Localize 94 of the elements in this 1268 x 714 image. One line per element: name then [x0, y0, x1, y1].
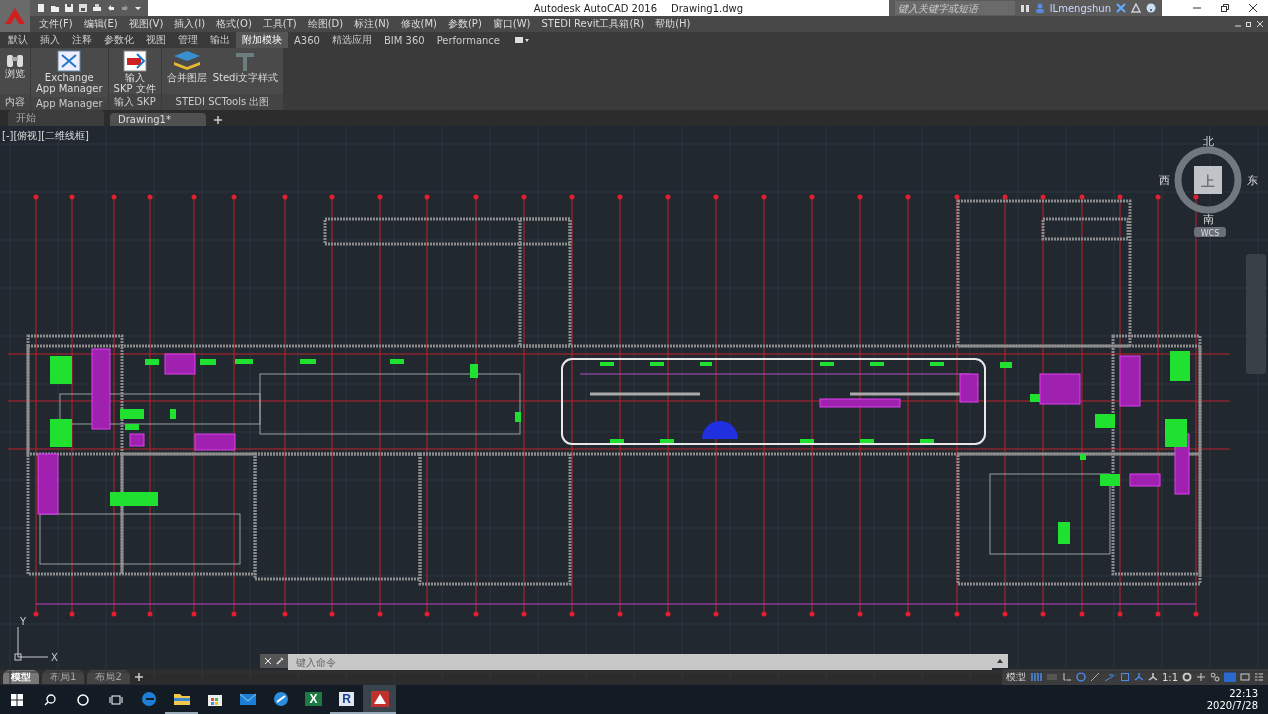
restore-icon[interactable]	[1245, 20, 1253, 28]
circle-icon[interactable]	[76, 693, 89, 706]
ribbon-tab[interactable]: 精选应用	[325, 32, 378, 48]
search-field[interactable]: 键入关键字或短语	[894, 1, 1015, 15]
clock-time: 22:13	[1229, 687, 1258, 700]
auto-scale-icon[interactable]	[1147, 672, 1158, 682]
ribbon-tab[interactable]: A360	[288, 33, 326, 47]
ribbon-tab[interactable]: 默认	[2, 32, 34, 48]
compass-label[interactable]: 西	[1158, 174, 1170, 187]
annotation-visibility-icon[interactable]	[1133, 672, 1144, 682]
file-tab[interactable]: 开始	[8, 110, 104, 126]
menu-item[interactable]: 帮助(H)	[650, 17, 696, 31]
panel-title: 内容	[0, 94, 30, 110]
print-icon[interactable]	[92, 3, 102, 13]
restore-icon[interactable]	[1220, 3, 1230, 13]
menu-item[interactable]: 参数(P)	[442, 17, 487, 31]
wrench-icon[interactable]	[276, 657, 284, 665]
object-track-icon[interactable]	[1119, 672, 1130, 682]
model-space-toggle[interactable]: 模型	[1005, 670, 1026, 684]
menu-item[interactable]: 标注(N)	[349, 17, 395, 31]
menu-item[interactable]: 格式(O)	[211, 17, 257, 31]
ribbon-tab[interactable]: 视图	[140, 32, 172, 48]
command-line-field[interactable]: 键入命令	[288, 654, 992, 670]
panel-toggle-icon[interactable]	[514, 36, 530, 44]
clock-date: 2020/7/28	[1206, 699, 1258, 712]
autocad-icon[interactable]	[370, 690, 389, 707]
menu-icon[interactable]	[1254, 672, 1264, 682]
app-title: Autodesk AutoCAD 2016	[533, 2, 658, 14]
ribbon-tab[interactable]: 注释	[66, 32, 98, 48]
save-icon[interactable]	[64, 3, 74, 13]
menu-item[interactable]: 视图(V)	[123, 17, 169, 31]
ribbon-tab[interactable]: 参数化	[98, 32, 140, 48]
taskbar-app-button[interactable]	[363, 685, 396, 714]
file-tab[interactable]: Drawing1*	[110, 113, 206, 126]
new-tab-plus-icon[interactable]	[212, 114, 224, 126]
ortho-icon[interactable]	[1061, 672, 1072, 682]
undo-icon[interactable]	[106, 3, 116, 13]
object-snap-icon[interactable]	[1103, 672, 1116, 682]
ribbon-button[interactable]: 合并图层	[164, 50, 209, 94]
menu-item[interactable]: 文件(F)	[34, 17, 78, 31]
ribbon-button[interactable]: Exchange App Manager	[34, 50, 105, 97]
save-as-icon[interactable]	[78, 3, 88, 13]
menu-item[interactable]: STEDI Revit工具箱(R)	[536, 17, 650, 31]
ribbon-button[interactable]: Stedi文字样式	[210, 50, 281, 94]
ribbon-tab[interactable]: Performance	[430, 33, 506, 47]
new-layout-plus-icon[interactable]	[133, 672, 144, 682]
command-history-button[interactable]	[992, 654, 1008, 668]
panel-title: STEDI SCTools 出图	[161, 94, 284, 110]
ribbon-button[interactable]: 输入 SKP 文件	[111, 50, 158, 94]
ribbon-button[interactable]: 浏览	[3, 50, 27, 94]
task-view-icon[interactable]	[108, 693, 123, 706]
ribbon-tab[interactable]: 输出	[204, 32, 236, 48]
viewcube[interactable]: 上	[1174, 146, 1242, 214]
compass-label[interactable]: 东	[1246, 174, 1258, 187]
compass-label[interactable]: 北	[1202, 135, 1214, 148]
ribbon-tab[interactable]: BIM 360	[377, 33, 431, 47]
folder-icon[interactable]	[172, 691, 191, 706]
menu-item[interactable]: 编辑(E)	[78, 17, 123, 31]
triangle-icon[interactable]	[1131, 3, 1141, 13]
envelope-icon[interactable]	[238, 691, 257, 706]
menu-item[interactable]: 工具(T)	[257, 17, 302, 31]
isolate-icon[interactable]	[1210, 672, 1220, 682]
viewport-controls-label[interactable]: [-][俯视][二维线框]	[2, 129, 90, 143]
annotation-scale[interactable]: 1:1	[1161, 671, 1178, 683]
layers-icon[interactable]	[171, 50, 202, 72]
user-name[interactable]: lLmengshun	[1049, 2, 1111, 14]
polar-icon[interactable]	[1075, 672, 1086, 682]
compass-icon[interactable]	[272, 690, 289, 707]
ribbon-tab[interactable]: 附加模块	[236, 32, 288, 48]
search-icon[interactable]	[43, 693, 56, 706]
spreadsheet-icon: X	[305, 691, 322, 706]
new-file-icon[interactable]	[36, 3, 46, 13]
taskbar-app-button[interactable]: X	[297, 685, 330, 714]
close-icon[interactable]	[1248, 3, 1258, 13]
grid-icon[interactable]	[1029, 672, 1042, 682]
menu-item[interactable]: 插入(I)	[169, 17, 211, 31]
panel-title: App Manager	[31, 97, 108, 110]
exchange-icon[interactable]	[57, 50, 82, 72]
ribbon-tab[interactable]: 管理	[172, 32, 204, 48]
plus-icon[interactable]	[1196, 672, 1206, 682]
file-name: Drawing1.dwg	[671, 2, 744, 14]
windows-start-icon[interactable]	[10, 693, 23, 706]
binoculars-icon[interactable]	[1019, 3, 1030, 13]
open-folder-icon[interactable]	[50, 3, 60, 13]
menu-item[interactable]: 修改(M)	[395, 17, 442, 31]
panel-title: 输入 SKP	[108, 94, 161, 110]
import-file-icon[interactable]	[122, 50, 147, 72]
menu-item[interactable]: 窗口(W)	[487, 17, 536, 31]
ribbon-tab[interactable]: 插入	[34, 32, 66, 48]
menu-item[interactable]: 绘图(D)	[302, 17, 349, 31]
caret-icon[interactable]	[996, 657, 1004, 665]
revit-icon: R	[339, 691, 354, 706]
compass-label[interactable]: 南	[1202, 213, 1214, 226]
wcs-menu-button[interactable]: WCS	[1194, 227, 1226, 238]
